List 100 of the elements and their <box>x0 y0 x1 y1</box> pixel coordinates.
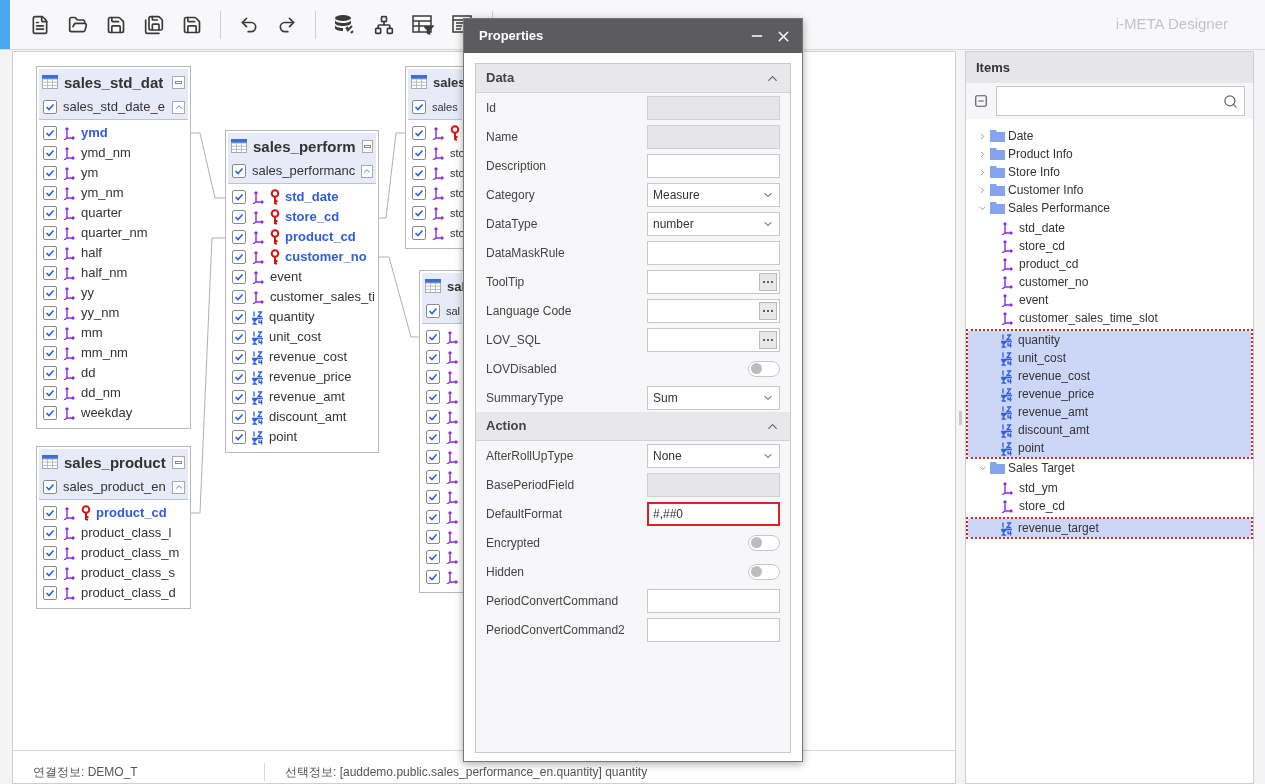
collapse-button[interactable] <box>172 75 185 89</box>
collapse-button[interactable] <box>172 455 185 469</box>
checkbox[interactable] <box>426 330 440 344</box>
checkbox[interactable] <box>232 230 246 244</box>
undo-icon[interactable] <box>239 14 259 35</box>
tree-item[interactable]: customer_sales_time_slot <box>968 309 1251 327</box>
tree-item[interactable]: store_cd <box>968 497 1251 515</box>
checkbox[interactable] <box>412 206 426 220</box>
more-button[interactable] <box>759 272 777 291</box>
checkbox[interactable] <box>232 370 246 384</box>
checkbox[interactable] <box>43 586 57 600</box>
checkbox[interactable] <box>426 570 440 584</box>
checkbox[interactable] <box>232 190 246 204</box>
checkbox[interactable] <box>43 480 57 494</box>
table-node[interactable]: sales_std_dat sales_std_date_e ymd ymd_nm ym ym_nm quarter quarter_nm half half_nm yy yy_nm mm mm_nm dd dd_nm weekday <box>36 66 191 429</box>
checkbox[interactable] <box>43 366 57 380</box>
toggle-switch[interactable] <box>748 534 780 551</box>
checkbox[interactable] <box>426 470 440 484</box>
checkbox[interactable] <box>43 286 57 300</box>
tree-item[interactable]: point <box>968 439 1251 457</box>
tree-folder[interactable]: Date <box>966 127 1253 145</box>
open-folder-icon[interactable] <box>68 14 88 35</box>
checkbox[interactable] <box>232 164 246 178</box>
search-field[interactable] <box>996 86 1245 116</box>
checkbox[interactable] <box>426 550 440 564</box>
checkbox[interactable] <box>43 166 57 180</box>
section-header[interactable]: Action <box>476 412 790 441</box>
checkbox[interactable] <box>232 390 246 404</box>
tree-item[interactable]: std_date <box>968 219 1251 237</box>
checkbox[interactable] <box>426 370 440 384</box>
checkbox[interactable] <box>232 310 246 324</box>
checkbox[interactable] <box>426 450 440 464</box>
tree-folder[interactable]: Sales Performance <box>966 199 1253 217</box>
table-node[interactable]: sales_perform sales_performanc std_date store_cd product_cd customer_no event customer_sales_ti quantity unit_cost revenue_cost revenue_price revenue_amt discount_amt point <box>225 130 379 453</box>
checkbox[interactable] <box>43 386 57 400</box>
checkbox[interactable] <box>232 210 246 224</box>
checkbox[interactable] <box>43 526 57 540</box>
checkbox[interactable] <box>43 566 57 580</box>
table-filter-icon[interactable] <box>412 14 434 35</box>
select-field[interactable]: Sum <box>647 385 780 410</box>
checkbox[interactable] <box>43 126 57 140</box>
section-header[interactable]: Data <box>476 64 790 93</box>
checkbox[interactable] <box>43 546 57 560</box>
text-field[interactable] <box>647 617 780 642</box>
tree-item[interactable]: product_cd <box>968 255 1251 273</box>
database-link-icon[interactable] <box>334 13 356 36</box>
tree-folder[interactable]: Sales Target <box>966 459 1253 477</box>
checkbox[interactable] <box>43 266 57 280</box>
save-icon[interactable] <box>106 14 126 35</box>
tree-item[interactable]: revenue_target <box>968 519 1251 537</box>
text-field[interactable] <box>647 269 780 294</box>
checkbox[interactable] <box>232 250 246 264</box>
tree-item[interactable]: customer_no <box>968 273 1251 291</box>
text-field[interactable] <box>647 153 780 178</box>
toggle-switch[interactable] <box>748 563 780 580</box>
redo-icon[interactable] <box>277 14 297 35</box>
text-field[interactable] <box>647 327 780 352</box>
tree-folder[interactable]: Store Info <box>966 163 1253 181</box>
more-button[interactable] <box>759 301 777 320</box>
checkbox[interactable] <box>43 100 57 114</box>
tree-item[interactable]: discount_amt <box>968 421 1251 439</box>
checkbox[interactable] <box>43 186 57 200</box>
save-all-icon[interactable] <box>144 14 164 35</box>
checkbox[interactable] <box>43 326 57 340</box>
hierarchy-icon[interactable] <box>374 14 394 35</box>
checkbox[interactable] <box>43 206 57 220</box>
tree-item[interactable]: store_cd <box>968 237 1251 255</box>
checkbox[interactable] <box>426 510 440 524</box>
tree-item[interactable]: revenue_amt <box>968 403 1251 421</box>
checkbox[interactable] <box>412 186 426 200</box>
checkbox[interactable] <box>426 530 440 544</box>
checkbox[interactable] <box>412 146 426 160</box>
save-database-icon[interactable] <box>182 14 202 35</box>
checkbox[interactable] <box>232 410 246 424</box>
checkbox[interactable] <box>43 246 57 260</box>
checkbox[interactable] <box>43 406 57 420</box>
checkbox[interactable] <box>426 490 440 504</box>
tree-item[interactable]: unit_cost <box>968 349 1251 367</box>
text-field[interactable] <box>647 240 780 265</box>
checkbox[interactable] <box>426 304 440 318</box>
checkbox[interactable] <box>426 350 440 364</box>
select-field[interactable]: Measure <box>647 182 780 207</box>
tree-folder[interactable]: Product Info <box>966 145 1253 163</box>
text-field[interactable]: #,##0 <box>647 501 780 526</box>
checkbox[interactable] <box>43 346 57 360</box>
checkbox[interactable] <box>232 350 246 364</box>
checkbox[interactable] <box>43 226 57 240</box>
checkbox[interactable] <box>232 430 246 444</box>
checkbox[interactable] <box>412 100 426 114</box>
checkbox[interactable] <box>412 126 426 140</box>
tree-item[interactable]: revenue_price <box>968 385 1251 403</box>
checkbox[interactable] <box>43 506 57 520</box>
collapse-all-icon[interactable] <box>974 94 988 108</box>
checkbox[interactable] <box>412 226 426 240</box>
tree-item[interactable]: std_ym <box>968 479 1251 497</box>
new-file-icon[interactable] <box>30 14 50 35</box>
checkbox[interactable] <box>426 390 440 404</box>
select-field[interactable]: None <box>647 443 780 468</box>
tree-folder[interactable]: Customer Info <box>966 181 1253 199</box>
tree-item[interactable]: event <box>968 291 1251 309</box>
